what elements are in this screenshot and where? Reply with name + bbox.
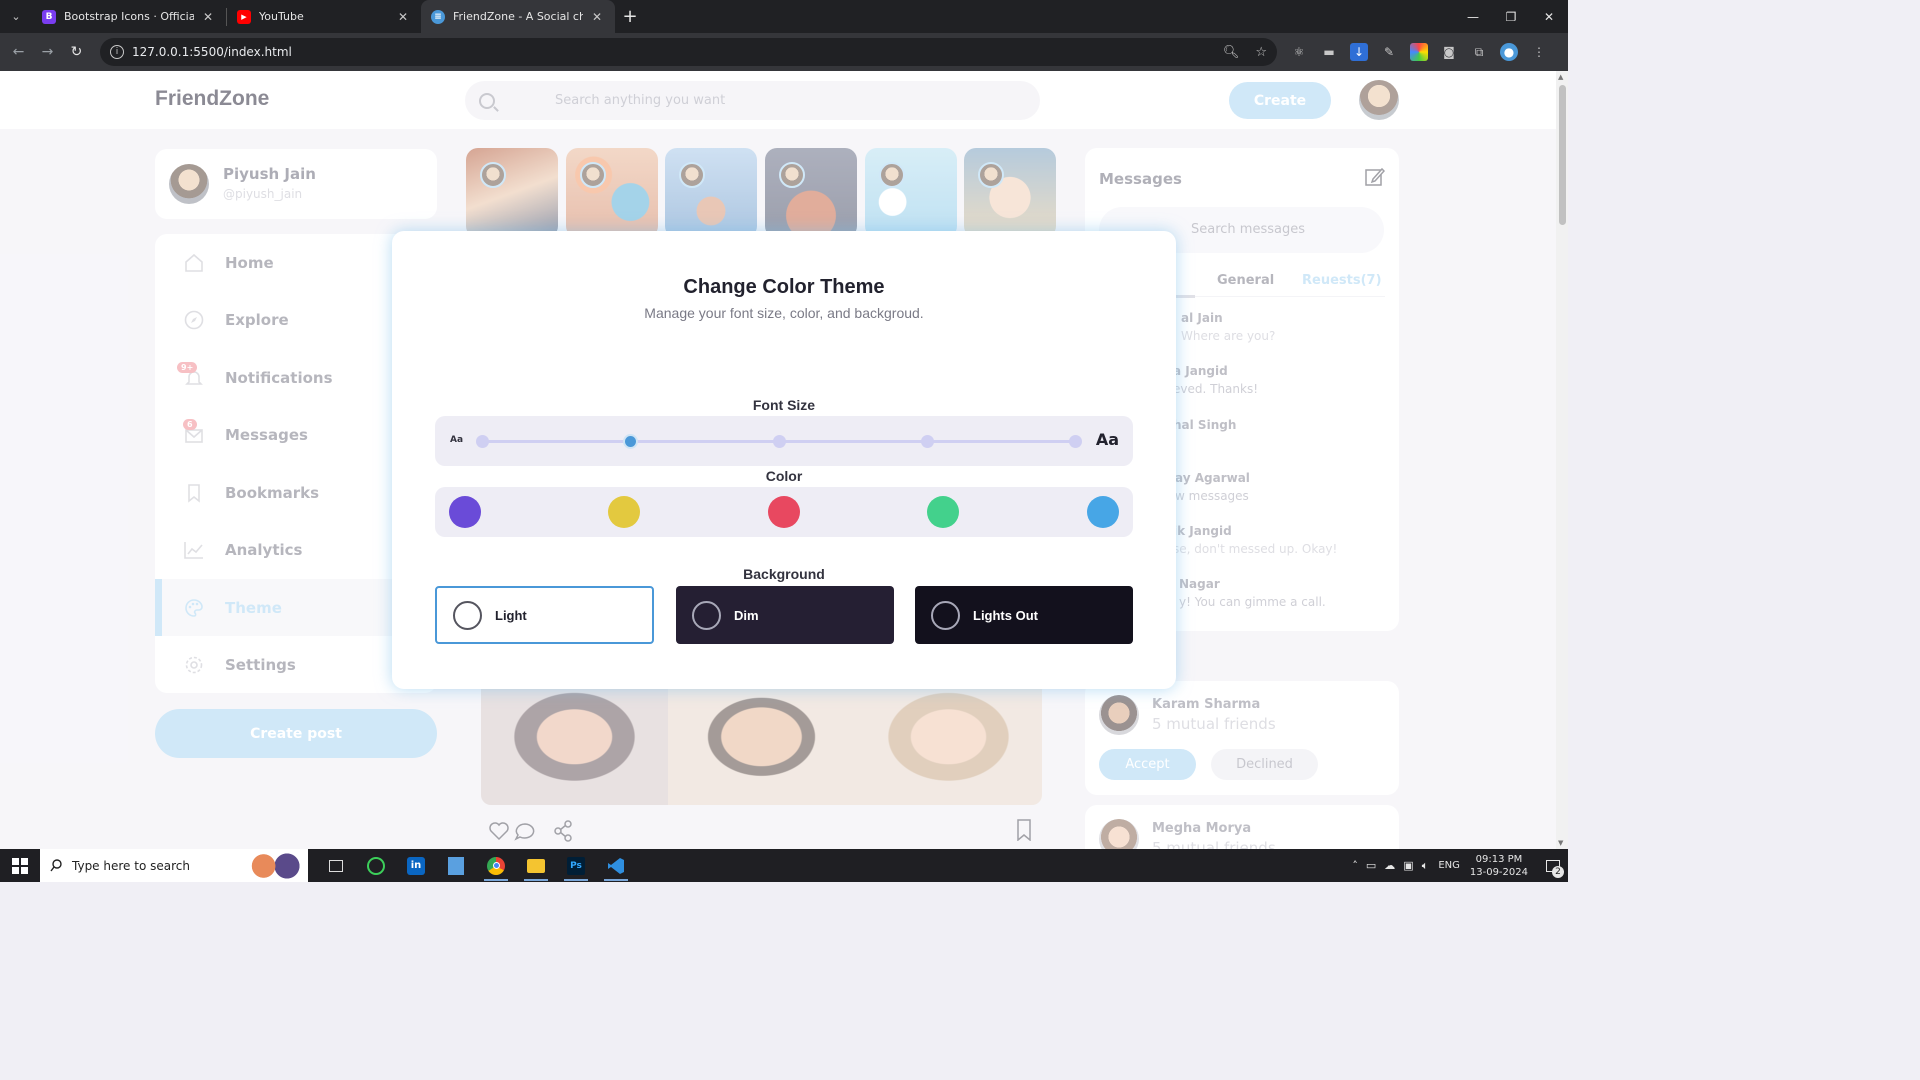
battery-icon[interactable]: ▭ — [1366, 859, 1376, 872]
modal-title: Change Color Theme — [683, 276, 885, 298]
system-tray: ˄ ▭ ☁ ▣ 🔈︎ ENG 09:13 PM 13-09-2024 2 — [1352, 849, 1568, 882]
address-bar: ← → ↻ i 127.0.0.1:5500/index.html 🔍︎ ☆ ⚛… — [0, 33, 1568, 71]
notification-center-icon[interactable]: 2 — [1538, 859, 1568, 878]
color-picker-icon[interactable] — [1410, 43, 1428, 61]
scroll-down-icon[interactable]: ▼ — [1558, 839, 1563, 847]
tab-title: Bootstrap Icons · Official open — [64, 10, 194, 23]
pen-icon[interactable]: ✎ — [1380, 43, 1398, 61]
color-label: Color — [765, 468, 803, 484]
taskbar-search[interactable]: Type here to search — [40, 849, 308, 882]
modal-subtitle: Manage your font size, color, and backgr… — [644, 305, 924, 321]
whatsapp-icon[interactable] — [356, 849, 396, 882]
browser-menu-icon[interactable]: ⋮ — [1530, 43, 1548, 61]
radio-icon — [453, 600, 482, 630]
puzzle-icon[interactable]: ⧉ — [1470, 43, 1488, 61]
notepad-icon[interactable] — [436, 849, 476, 882]
minimize-icon[interactable]: — — [1454, 0, 1492, 33]
close-window-icon[interactable]: ✕ — [1530, 0, 1568, 33]
bootstrap-icon: B — [42, 9, 56, 24]
color-swatch-purple[interactable] — [449, 496, 481, 528]
restore-icon[interactable]: ❐ — [1492, 0, 1530, 33]
font-size-stop[interactable] — [476, 435, 489, 448]
task-view-icon[interactable] — [316, 849, 356, 882]
zoom-icon[interactable]: 🔍︎ — [1223, 45, 1240, 60]
site-info-icon[interactable]: i — [110, 45, 124, 59]
chrome-icon[interactable] — [476, 849, 516, 882]
browser-tab-strip: ⌄ B Bootstrap Icons · Official open ✕ ▶ … — [0, 0, 1568, 33]
background-option-label: Dim — [734, 607, 759, 623]
background-option-dim[interactable]: Dim — [676, 586, 894, 644]
close-tab-icon[interactable]: ✕ — [589, 10, 605, 24]
linkedin-icon[interactable]: in — [396, 849, 436, 882]
page-scrollbar[interactable]: ▲ ▼ — [1556, 71, 1568, 849]
bookmark-star-icon[interactable]: ☆ — [1255, 45, 1267, 60]
reload-icon[interactable]: ↻ — [62, 44, 91, 60]
tab-title: FriendZone - A Social chat App — [453, 10, 583, 23]
search-icon — [50, 859, 62, 872]
font-size-stop[interactable] — [773, 435, 786, 448]
extension-icon[interactable]: ▬ — [1320, 43, 1338, 61]
font-size-label: Font Size — [752, 397, 816, 413]
font-size-stop-selected[interactable] — [623, 434, 638, 449]
react-devtools-icon[interactable]: ⚛ — [1290, 43, 1308, 61]
radio-icon — [931, 600, 960, 630]
photoshop-icon[interactable]: Ps — [556, 849, 596, 882]
color-swatch-yellow[interactable] — [608, 496, 640, 528]
forward-icon[interactable]: → — [33, 44, 62, 60]
extensions-bar: ⚛ ▬ ↓ ✎ ◙ ⧉ ● ⋮ — [1290, 33, 1548, 71]
file-explorer-icon[interactable] — [516, 849, 556, 882]
page-viewport: FriendZone Search anything you want Crea… — [0, 71, 1556, 849]
tab-search-icon[interactable]: ⌄ — [0, 0, 32, 33]
profile-icon[interactable]: ● — [1500, 43, 1518, 61]
camera-icon[interactable]: ◙ — [1440, 43, 1458, 61]
clock-time: 09:13 PM — [1475, 853, 1523, 865]
font-small-label: Aa — [450, 435, 464, 445]
search-highlight-icon — [248, 853, 300, 879]
close-tab-icon[interactable]: ✕ — [200, 10, 216, 24]
color-panel — [435, 487, 1133, 537]
font-size-stop[interactable] — [921, 435, 934, 448]
background-option-lights-out[interactable]: Lights Out — [915, 586, 1133, 644]
font-size-panel: Aa Aa — [435, 416, 1133, 466]
tab-bootstrap-icons[interactable]: B Bootstrap Icons · Official open ✕ — [32, 0, 226, 33]
language-indicator[interactable]: ENG — [1438, 860, 1460, 871]
font-size-stop[interactable] — [1069, 435, 1082, 448]
theme-modal: Change Color Theme Manage your font size… — [392, 231, 1176, 689]
windows-start-icon[interactable] — [0, 849, 40, 882]
background-label: Background — [743, 566, 825, 582]
globe-icon: ≡ — [431, 9, 445, 24]
url-field[interactable]: i 127.0.0.1:5500/index.html 🔍︎ ☆ — [100, 38, 1277, 66]
volume-icon[interactable]: 🔈︎ — [1422, 859, 1429, 873]
notification-count: 2 — [1552, 865, 1564, 878]
scroll-up-icon[interactable]: ▲ — [1558, 73, 1563, 81]
vscode-icon[interactable] — [596, 849, 636, 882]
clock-date: 13-09-2024 — [1469, 866, 1528, 878]
clock[interactable]: 09:13 PM 13-09-2024 — [1470, 853, 1528, 879]
taskbar-search-input[interactable]: Type here to search — [72, 859, 190, 873]
windows-taskbar: Type here to search in Ps ˄ ▭ ☁ ▣ 🔈︎ ENG… — [0, 849, 1568, 882]
tab-friendzone[interactable]: ≡ FriendZone - A Social chat App ✕ — [421, 0, 615, 33]
new-tab-button[interactable]: + — [615, 0, 645, 33]
tab-title: YouTube — [259, 10, 304, 23]
onedrive-icon[interactable]: ☁ — [1384, 859, 1395, 872]
color-swatch-green[interactable] — [927, 496, 959, 528]
scrollbar-thumb[interactable] — [1559, 85, 1566, 225]
url-text: 127.0.0.1:5500/index.html — [132, 45, 292, 59]
background-option-label: Light — [495, 607, 527, 623]
back-icon[interactable]: ← — [4, 44, 33, 60]
taskbar-apps: in Ps — [316, 849, 636, 882]
network-icon[interactable]: ▣ — [1403, 859, 1413, 872]
font-large-label: Aa — [1095, 430, 1119, 449]
color-swatch-blue[interactable] — [1087, 496, 1119, 528]
download-icon[interactable]: ↓ — [1350, 43, 1368, 61]
radio-icon — [692, 600, 721, 630]
background-option-light[interactable]: Light — [435, 586, 654, 644]
window-controls: — ❐ ✕ — [1454, 0, 1568, 33]
youtube-icon: ▶ — [237, 9, 251, 24]
color-swatch-red[interactable] — [768, 496, 800, 528]
close-tab-icon[interactable]: ✕ — [395, 10, 411, 24]
background-option-label: Lights Out — [973, 607, 1038, 623]
tab-youtube[interactable]: ▶ YouTube ✕ — [227, 0, 421, 33]
chevron-up-icon[interactable]: ˄ — [1352, 859, 1358, 872]
